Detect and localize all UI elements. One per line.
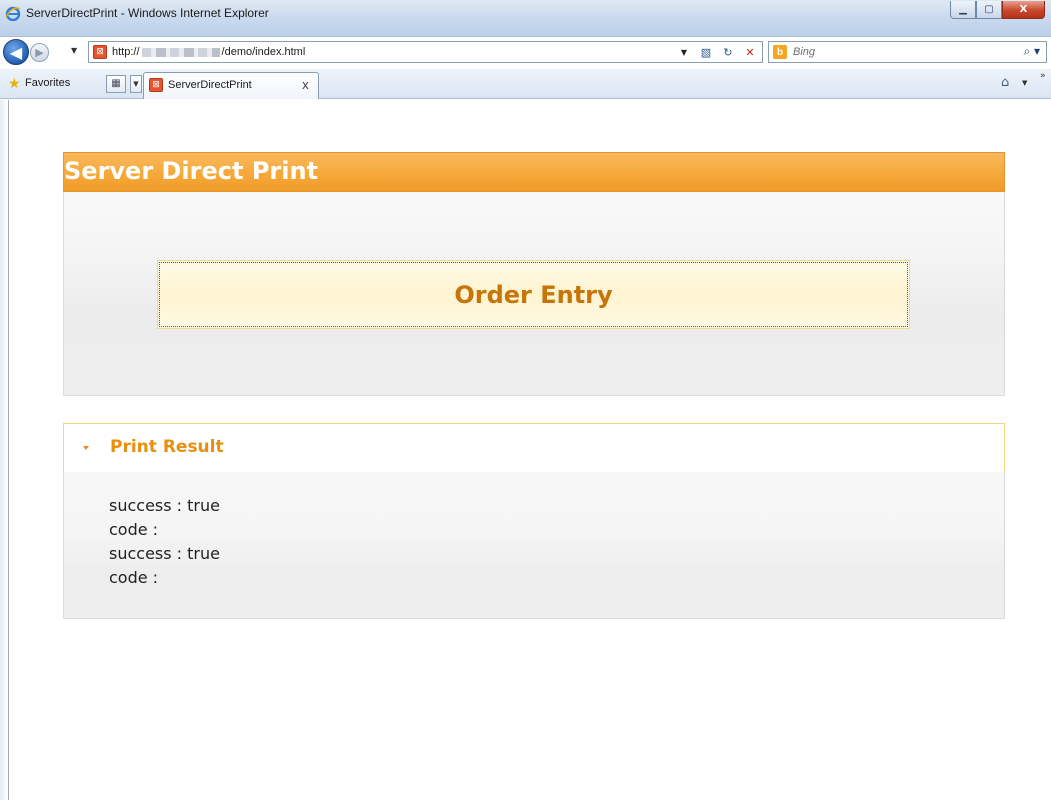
refresh-icon[interactable]: ↻ [720, 44, 736, 60]
window-controls: ▁ ▢ X [950, 1, 1045, 19]
forward-button[interactable]: ▶ [30, 43, 49, 62]
tab-list-dropdown-icon[interactable]: ▼ [130, 75, 142, 93]
window-title: ServerDirectPrint - Windows Internet Exp… [26, 6, 269, 20]
collapse-triangle-icon[interactable] [83, 446, 89, 450]
tab-serverdirectprint[interactable]: ⊠ ServerDirectPrint x [143, 72, 319, 99]
page-title: Server Direct Print [64, 157, 319, 185]
page-left-border [0, 100, 9, 800]
recent-pages-dropdown[interactable]: ▼ [71, 46, 77, 55]
quick-tabs-icon[interactable]: ▦ [106, 75, 126, 93]
search-input[interactable]: Bing [793, 46, 815, 58]
tab-label: ServerDirectPrint [168, 79, 252, 91]
result-line: success : true [109, 544, 220, 563]
forward-arrow-icon: ▶ [35, 46, 44, 59]
address-bar-actions: ▼ ▧ ↻ ✕ [676, 44, 758, 60]
order-entry-label: Order Entry [454, 280, 613, 309]
header-bar: Server Direct Print [63, 152, 1005, 192]
redacted-host [141, 47, 220, 57]
more-commands-chevron-icon[interactable]: » [1040, 71, 1046, 81]
maximize-icon: ▢ [984, 4, 994, 15]
address-dropdown-icon[interactable]: ▼ [676, 44, 692, 60]
search-bar[interactable]: b Bing ⌕ ▾ [768, 41, 1047, 63]
site-favicon-icon: ⊠ [93, 45, 107, 59]
favorites-bar: ★ Favorites ▦ ▼ ⊠ ServerDirectPrint x ⌂ … [0, 69, 1051, 99]
close-icon: X [1019, 4, 1028, 15]
home-icon[interactable]: ⌂ [1001, 75, 1009, 90]
url-prefix: http:// [112, 46, 140, 58]
tab-favicon-icon: ⊠ [149, 78, 163, 92]
navigation-bar: ◀ ▶ ▼ ⊠ http:///demo/index.html ▼ ▧ ↻ ✕ … [0, 37, 1051, 69]
header-panel: Server Direct Print Order Entry [63, 152, 1005, 396]
print-result-header[interactable]: Print Result [63, 423, 1005, 472]
compatibility-view-icon[interactable]: ▧ [698, 44, 714, 60]
close-button[interactable]: X [1002, 1, 1045, 19]
stop-icon[interactable]: ✕ [742, 44, 758, 60]
result-line: code : [109, 568, 159, 587]
address-bar[interactable]: ⊠ http:// /demo/index.html ▼ ▧ ↻ ✕ [88, 41, 763, 63]
window-titlebar[interactable]: ServerDirectPrint - Windows Internet Exp… [0, 0, 1051, 37]
print-result-body: success : true code : success : true cod… [64, 472, 1004, 618]
address-url[interactable]: http:// /demo/index.html [112, 46, 305, 58]
home-dropdown-icon[interactable]: ▼ [1022, 79, 1027, 87]
result-line: code : [109, 520, 159, 539]
back-arrow-icon: ◀ [9, 42, 23, 62]
print-result-title: Print Result [110, 437, 224, 457]
favorites-star-icon[interactable]: ★ [8, 76, 21, 92]
result-line: success : true [109, 496, 220, 515]
url-path: /demo/index.html [221, 46, 306, 58]
tab-close-icon[interactable]: x [302, 78, 309, 92]
print-result-panel: Print Result success : true code : succe… [63, 423, 1005, 619]
page-viewport: Server Direct Print Order Entry Print Re… [0, 100, 1051, 800]
favorites-button[interactable]: Favorites [25, 77, 70, 89]
order-entry-button[interactable]: Order Entry [157, 260, 910, 329]
bing-logo-icon: b [773, 45, 787, 59]
ie-logo-icon [5, 6, 21, 21]
search-icon[interactable]: ⌕ ▾ [1023, 44, 1040, 59]
back-button[interactable]: ◀ [3, 39, 29, 65]
header-panel-body: Order Entry [64, 192, 1004, 395]
minimize-icon: ▁ [959, 4, 967, 15]
minimize-button[interactable]: ▁ [950, 1, 976, 19]
maximize-button[interactable]: ▢ [976, 1, 1002, 19]
result-lines: success : true code : success : true cod… [109, 494, 220, 590]
